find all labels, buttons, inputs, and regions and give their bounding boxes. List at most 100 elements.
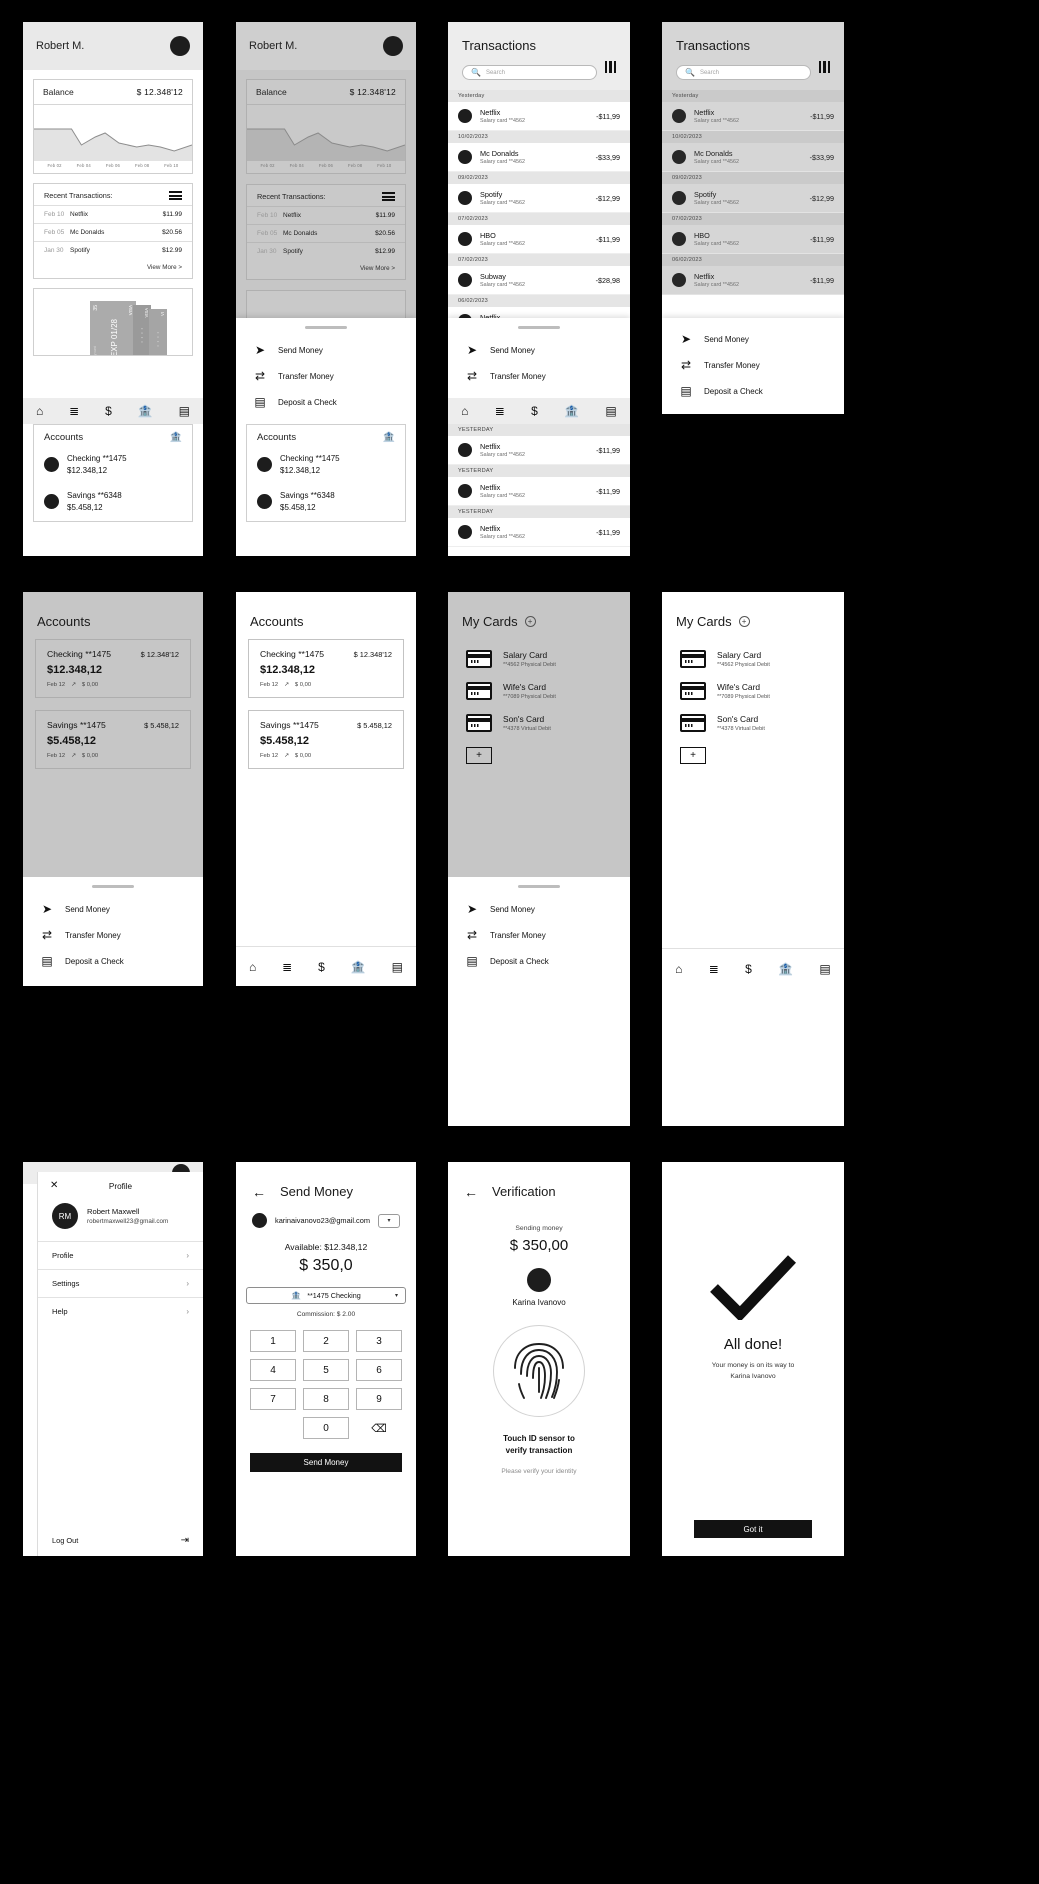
table-row[interactable]: Mc Donalds Salary card **4562 -$33,99 [662,143,844,172]
avatar[interactable] [170,36,190,56]
nav-card-icon[interactable]: ▤ [605,405,616,417]
nav-card-icon[interactable]: ▤ [179,405,190,417]
table-row[interactable]: Jan 30 Spotify $12.99 [34,241,192,259]
key-9[interactable]: 9 [356,1388,402,1410]
nav-home-icon[interactable]: ⌂ [461,405,468,417]
send-money-button[interactable]: Send Money [250,1453,402,1472]
table-row[interactable]: NetflixSalary card **4562 -$11,99 [448,518,630,547]
action-transfer-money[interactable]: ⇄ Transfer Money [662,352,844,378]
table-row[interactable]: HBO Salary card **4562 -$11,99 [662,225,844,254]
table-row[interactable]: Jan 30 Spotify $12.99 [247,242,405,260]
source-account-select[interactable]: 🏦 **1475 Checking ▾ [246,1287,406,1304]
nav-list-icon[interactable]: ≣ [495,405,505,417]
backspace-icon[interactable]: ⌫ [356,1417,402,1439]
menu-item-help[interactable]: Help › [38,1297,203,1325]
nav-bank-icon[interactable]: 🏦 [778,963,793,975]
list-item[interactable]: Son's Card **4378 Virtual Debit [662,707,844,739]
nav-list-icon[interactable]: ≣ [709,963,719,975]
nav-dollar-icon[interactable]: $ [105,405,112,417]
nav-home-icon[interactable]: ⌂ [36,405,43,417]
table-row[interactable]: Mc Donalds Salary card **4562 -$33,99 [448,143,630,172]
key-0[interactable]: 0 [303,1417,349,1439]
nav-list-icon[interactable]: ≣ [69,405,79,417]
nav-dollar-icon[interactable]: $ [318,961,325,973]
close-icon[interactable]: ✕ [50,1180,58,1191]
view-more-link[interactable]: View More > [34,259,192,278]
nav-bank-icon[interactable]: 🏦 [138,405,153,417]
nav-home-icon[interactable]: ⌂ [675,963,682,975]
table-row[interactable]: NetflixSalary card **4562 -$11,99 [448,436,630,465]
nav-list-icon[interactable]: ≣ [282,961,292,973]
table-row[interactable]: Feb 05 Mc Donalds $20.56 [247,224,405,242]
add-card-button[interactable]: + [680,747,706,764]
list-item[interactable]: Salary Card **4562 Physical Debit [662,643,844,675]
nav-card-icon[interactable]: ▤ [819,963,830,975]
action-deposit-check[interactable]: ▤ Deposit a Check [236,389,416,415]
balance-card[interactable]: Balance $ 12.348'12 Feb 02 Feb 04 Feb 06… [33,79,193,174]
table-row[interactable]: Spotify Salary card **4562 -$12,99 [662,184,844,213]
bank-icon[interactable]: 🏦 [170,432,182,443]
action-deposit-check[interactable]: ▤ Deposit a Check [662,378,844,404]
action-deposit-check[interactable]: ▤ Deposit a Check [448,948,630,974]
table-row[interactable]: NetflixSalary card **4562 -$11,99 [662,266,844,295]
avatar[interactable] [383,36,403,56]
nav-home-icon[interactable]: ⌂ [249,961,256,973]
back-arrow-icon[interactable]: ← [464,1185,478,1199]
fingerprint-button[interactable] [493,1325,585,1417]
list-icon[interactable] [169,191,182,201]
table-row[interactable]: Feb 10 Netflix $11.99 [247,206,405,224]
table-row[interactable]: NetflixSalary card **4562 -$11,99 [448,102,630,131]
list-item[interactable]: Checking **1475 $12.348,12 [247,447,405,484]
key-8[interactable]: 8 [303,1388,349,1410]
action-transfer-money[interactable]: ⇄ Transfer Money [448,922,630,948]
table-row[interactable]: NetflixSalary card **4562 -$11,99 [448,477,630,506]
nav-card-icon[interactable]: ▤ [392,961,403,973]
search-input[interactable]: 🔍 Search [676,65,811,80]
key-6[interactable]: 6 [356,1359,402,1381]
add-card-button[interactable]: + [466,747,492,764]
credit-card-third[interactable]: VI •••• [149,309,167,356]
back-arrow-icon[interactable]: ← [252,1185,266,1199]
view-more-link[interactable]: View More > [247,260,405,279]
nav-bank-icon[interactable]: 🏦 [564,405,579,417]
list-item[interactable]: Savings **6348 $5.458,12 [34,484,192,521]
key-4[interactable]: 4 [250,1359,296,1381]
sheet-grabber[interactable] [518,326,560,329]
key-5[interactable]: 5 [303,1359,349,1381]
add-card-icon[interactable]: + [524,616,536,627]
credit-card-front[interactable]: 35 VISA Salary card EXP 01/28 [90,301,136,356]
key-3[interactable]: 3 [356,1330,402,1352]
got-it-button[interactable]: Got it [694,1520,812,1538]
table-row[interactable]: Feb 10 Netflix $11.99 [34,205,192,223]
menu-item-profile[interactable]: Profile › [38,1241,203,1269]
list-item[interactable]: Savings **6348 $5.458,12 [247,484,405,521]
action-send-money[interactable]: ➤ Send Money [23,896,203,922]
filter-grid-icon[interactable] [818,60,830,73]
list-item[interactable]: Son's Card **4378 Virtual Debit [448,707,630,739]
list-item[interactable]: Salary Card **4562 Physical Debit [448,643,630,675]
key-2[interactable]: 2 [303,1330,349,1352]
account-card[interactable]: Checking **1475 $ 12.348'12 $12.348,12 F… [248,639,404,698]
table-row[interactable]: HBO Salary card **4562 -$11,99 [448,225,630,254]
menu-item-settings[interactable]: Settings › [38,1269,203,1297]
table-row[interactable]: Subway Salary card **4562 -$28,98 [448,266,630,295]
account-card[interactable]: Savings **1475 $ 5.458,12 $5.458,12 Feb … [35,710,191,769]
account-card[interactable]: Savings **1475 $ 5.458,12 $5.458,12 Feb … [248,710,404,769]
recipient-dropdown[interactable]: ▾ [378,1213,400,1228]
logout-button[interactable]: Log Out ⇥ [38,1535,203,1546]
sheet-grabber[interactable] [92,885,134,888]
sheet-grabber[interactable] [518,885,560,888]
key-7[interactable]: 7 [250,1388,296,1410]
action-transfer-money[interactable]: ⇄ Transfer Money [236,363,416,389]
list-item[interactable]: Wife's Card **7089 Physical Debit [662,675,844,707]
recipient-row[interactable]: karinaivanovo23@gmail.com ▾ [236,1213,416,1242]
action-send-money[interactable]: ➤ Send Money [662,326,844,352]
action-transfer-money[interactable]: ⇄ Transfer Money [448,363,630,389]
profile-user[interactable]: RM Robert Maxwell robertmaxwell23@gmail.… [38,1199,203,1241]
list-item[interactable]: Checking **1475 $12.348,12 [34,447,192,484]
action-send-money[interactable]: ➤ Send Money [448,896,630,922]
list-item[interactable]: Wife's Card **7089 Physical Debit [448,675,630,707]
list-icon[interactable] [382,192,395,202]
account-card[interactable]: Checking **1475 $ 12.348'12 $12.348,12 F… [35,639,191,698]
nav-dollar-icon[interactable]: $ [745,963,752,975]
